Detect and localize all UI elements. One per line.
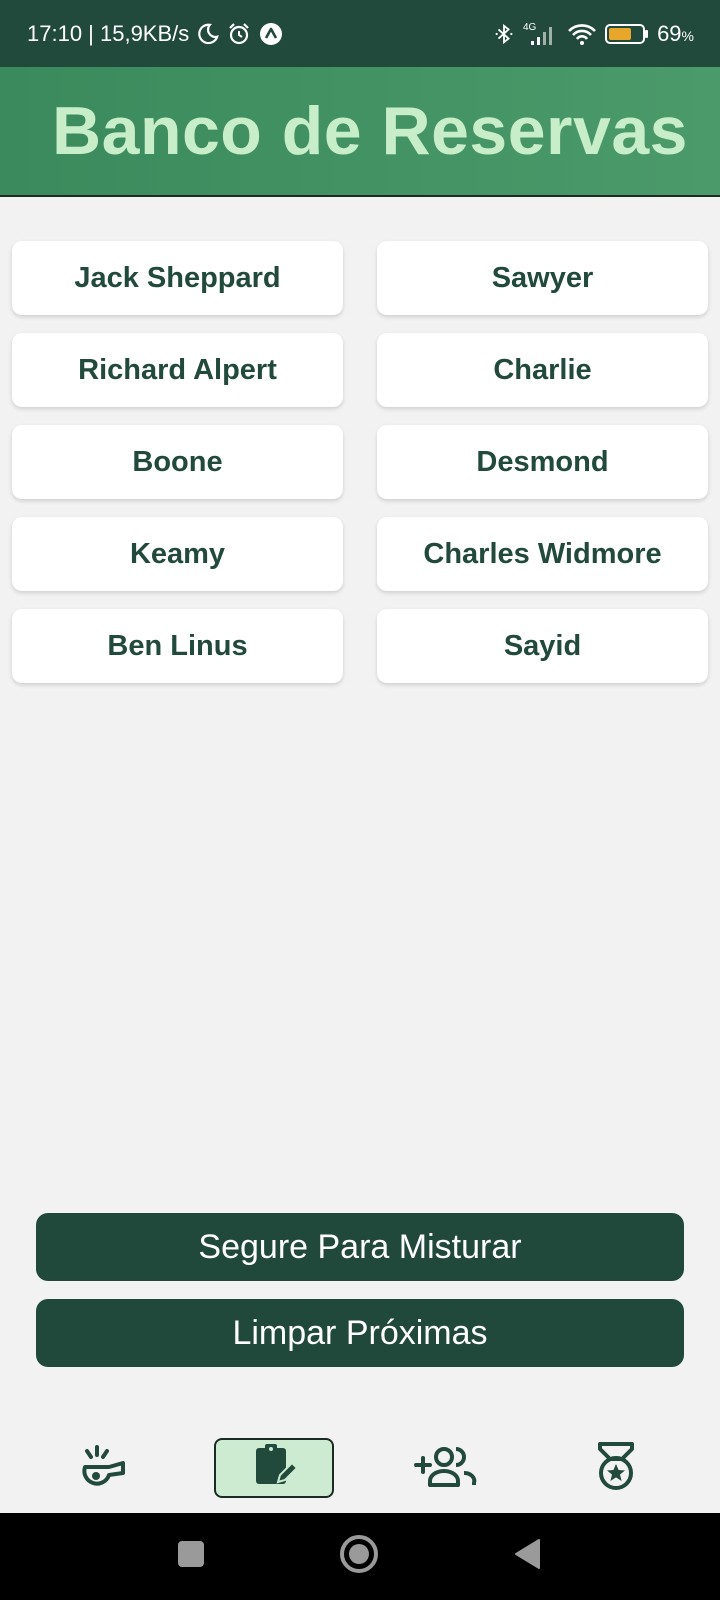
player-card[interactable]: Boone	[12, 425, 343, 499]
edit-note-icon	[250, 1442, 299, 1495]
medal-icon	[594, 1441, 638, 1496]
nav-whistle[interactable]	[44, 1438, 164, 1498]
back-triangle-icon	[513, 1538, 543, 1575]
alarm-icon	[227, 22, 251, 46]
circle-icon	[339, 1534, 379, 1579]
add-team-icon	[412, 1443, 480, 1494]
app-notification-icon	[259, 22, 283, 46]
player-card[interactable]: Desmond	[377, 425, 708, 499]
status-left: 17:10 | 15,9KB/s	[27, 21, 283, 47]
nav-medal[interactable]	[556, 1438, 676, 1498]
battery-percent: 69%	[657, 21, 694, 47]
page-title: Banco de Reservas	[52, 93, 688, 169]
battery-percent-value: 69	[657, 20, 682, 46]
whistle-icon	[79, 1443, 129, 1494]
player-card[interactable]: Charles Widmore	[377, 517, 708, 591]
player-card[interactable]: Richard Alpert	[12, 333, 343, 407]
signal-icon: 4G	[523, 21, 559, 47]
player-card[interactable]: Jack Sheppard	[12, 241, 343, 315]
status-right: 4G 69%	[493, 21, 694, 47]
app-header: Banco de Reservas	[0, 67, 720, 197]
battery-percent-unit: %	[681, 27, 694, 44]
player-grid: Jack Sheppard Sawyer Richard Alpert Char…	[12, 241, 708, 683]
home-button[interactable]	[339, 1534, 379, 1579]
recents-button[interactable]	[171, 1536, 211, 1576]
player-card[interactable]: Ben Linus	[12, 609, 343, 683]
player-card[interactable]: Sayid	[377, 609, 708, 683]
wifi-icon	[567, 22, 597, 46]
status-time-speed: 17:10 | 15,9KB/s	[27, 20, 190, 46]
network-label: 4G	[523, 22, 537, 33]
player-card[interactable]: Charlie	[377, 333, 708, 407]
bottom-nav	[0, 1420, 720, 1513]
hold-to-mix-button[interactable]: Segure Para Misturar	[36, 1213, 684, 1281]
status-bar: 17:10 | 15,9KB/s 4G 69%	[0, 0, 720, 67]
player-card[interactable]: Sawyer	[377, 241, 708, 315]
battery-icon	[605, 23, 649, 45]
system-nav-bar	[0, 1513, 720, 1600]
nav-add-team[interactable]	[386, 1438, 506, 1498]
bluetooth-icon	[493, 22, 515, 46]
square-icon	[177, 1540, 205, 1573]
moon-icon	[197, 23, 220, 45]
back-button[interactable]	[508, 1536, 548, 1576]
battery-fill	[609, 27, 632, 40]
nav-edit[interactable]	[214, 1438, 334, 1498]
player-card[interactable]: Keamy	[12, 517, 343, 591]
clear-next-button[interactable]: Limpar Próximas	[36, 1299, 684, 1367]
